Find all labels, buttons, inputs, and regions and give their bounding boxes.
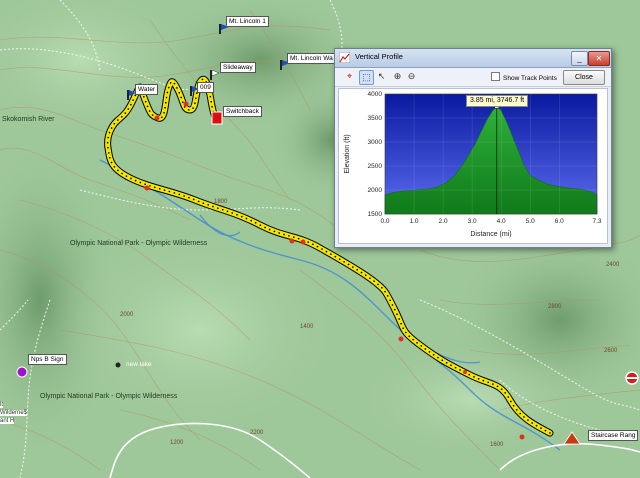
elevation-label: 1400 (300, 324, 314, 330)
dialog-titlebar[interactable]: Vertical Profile _ ✕ (335, 49, 611, 68)
x-axis-title: Distance (mi) (470, 231, 511, 238)
waypoint-label[interactable]: new lake (124, 360, 154, 369)
waypoint-label[interactable]: Mt. Lincoln 1 (226, 16, 269, 27)
vertical-profile-dialog[interactable]: Vertical Profile _ ✕ ⌖ ⬚ ↖ ⊕ ⊖ Show Trac… (334, 48, 612, 248)
y-tick-label: 2000 (368, 187, 383, 194)
show-track-points-label: Show Track Points (503, 75, 557, 82)
y-tick-label: 4000 (368, 91, 383, 98)
river-label: Skokomish River (2, 116, 55, 123)
circle-marker-icon[interactable] (115, 362, 121, 368)
x-tick-label: 0.0 (380, 218, 389, 225)
flag-icon[interactable] (211, 111, 223, 125)
wilderness-label: Olympic National Park - Olympic Wilderne… (40, 393, 178, 400)
elevation-label: 2800 (548, 304, 562, 310)
y-tick-label: 3000 (368, 139, 383, 146)
show-track-points-checkbox[interactable]: Show Track Points (491, 72, 557, 82)
dialog-title: Vertical Profile (355, 52, 403, 61)
zoom-in-icon[interactable]: ⊕ (391, 70, 404, 83)
elevation-label: 1800 (214, 199, 228, 205)
waypoint-label[interactable]: Water (135, 84, 159, 95)
elevation-label: 2600 (604, 348, 618, 354)
x-tick-label: 4.0 (497, 218, 506, 225)
waypoint-label[interactable]: Switchback (223, 106, 262, 117)
crosshair-icon[interactable]: ⌖ (343, 70, 356, 83)
select-icon[interactable]: ⬚ (359, 70, 374, 85)
x-tick-label: 5.0 (526, 218, 535, 225)
pointer-icon[interactable]: ↖ (375, 70, 388, 83)
circle-marker-icon[interactable] (625, 371, 639, 385)
edge-label: ant H (0, 418, 15, 424)
dialog-toolbar: ⌖ ⬚ ↖ ⊕ ⊖ Show Track Points Close (335, 68, 611, 87)
y-tick-label: 1500 (368, 211, 383, 218)
edge-label: Wilderne$ (0, 410, 28, 416)
elevation-chart[interactable]: 1500 2000 2500 3000 3500 4000 0.0 1.0 2.0 3.0 4.0 5… (338, 88, 608, 244)
x-tick-label: 2.0 (439, 218, 448, 225)
elevation-label: 2400 (606, 262, 620, 268)
x-tick-label: 3.0 (468, 218, 477, 225)
elevation-label: 2200 (250, 430, 264, 436)
edge-label: lt (0, 402, 3, 408)
x-tick-label: 6.0 (555, 218, 564, 225)
minimize-button[interactable]: _ (571, 51, 588, 66)
x-tick-label: 1.0 (410, 218, 419, 225)
checkbox-box[interactable] (491, 72, 500, 81)
elevation-label: 1200 (170, 440, 184, 446)
waypoint-label[interactable]: Slideaway (220, 62, 256, 73)
y-tick-label: 2500 (368, 163, 383, 170)
zoom-out-icon[interactable]: ⊖ (405, 70, 418, 83)
elevation-label: 1600 (490, 442, 504, 448)
cursor-tooltip: 3.85 mi, 3746.7 ft (466, 95, 529, 107)
waypoint-label[interactable]: 009 (197, 82, 214, 93)
wilderness-label: Olympic National Park - Olympic Wilderne… (70, 240, 208, 247)
x-tick-label: 7.3 (592, 218, 601, 225)
circle-marker-icon[interactable] (16, 366, 28, 378)
close-button[interactable]: Close (563, 70, 605, 85)
profile-chart-icon (339, 52, 350, 63)
waypoint-label[interactable]: Nps B Sign (28, 354, 67, 365)
y-axis-title: Elevation (ft) (344, 134, 351, 173)
window-close-button[interactable]: ✕ (588, 51, 610, 66)
elevation-label: 2000 (120, 312, 134, 318)
waypoint-label[interactable]: Staircase Rang (588, 430, 639, 441)
y-tick-label: 3500 (368, 115, 383, 122)
waypoint-label[interactable]: Mt. Lincoln Wa (287, 53, 336, 64)
